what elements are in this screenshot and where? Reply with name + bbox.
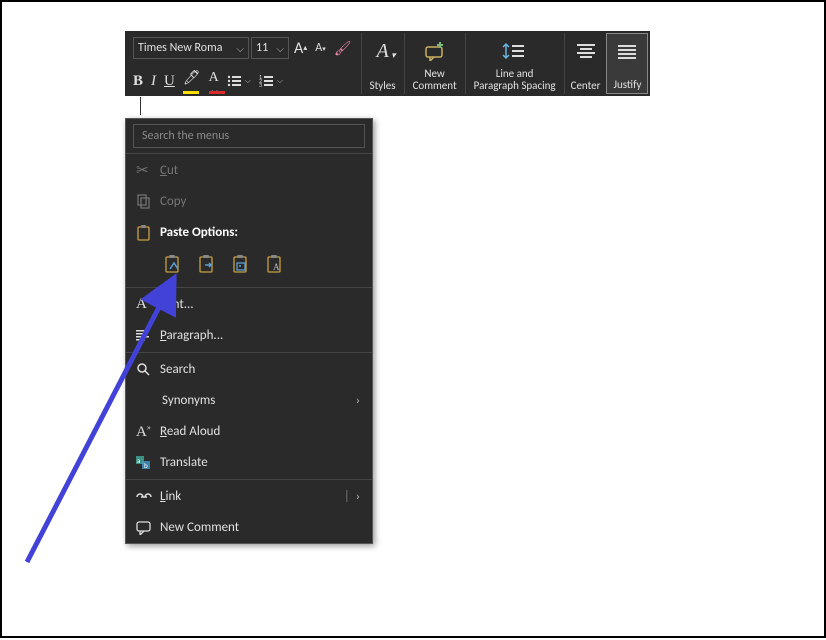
comment-plus-icon — [423, 37, 447, 65]
scissors-icon: ✂ — [136, 161, 160, 180]
menu-item-paragraph[interactable]: Paragraph... — [126, 320, 372, 351]
menu-item-link[interactable]: Link | › — [126, 481, 372, 512]
chevron-right-icon: › — [356, 394, 360, 408]
menu-separator — [126, 352, 372, 353]
menu-item-read-aloud[interactable]: A» Read Aloud — [126, 416, 372, 447]
clipboard-icon — [136, 225, 160, 241]
font-color-button[interactable]: A ⌵ — [209, 70, 219, 92]
menu-item-translate[interactable]: ab Translate — [126, 447, 372, 478]
line-spacing-button[interactable]: Line andParagraph Spacing — [466, 33, 565, 94]
align-center-button[interactable]: Center — [565, 33, 607, 94]
paste-merge-icon[interactable] — [196, 254, 220, 276]
font-section: Times New Roma ⌵ 11 ⌵ A▴ A▾ 🖌 B I U 🖊 ⌵ … — [127, 33, 362, 94]
menu-separator — [126, 287, 372, 288]
chevron-down-icon: ⌵ — [276, 42, 284, 55]
highlight-color-button[interactable]: 🖊 ⌵ — [183, 70, 201, 92]
paste-picture-icon[interactable] — [230, 254, 254, 276]
menu-item-font[interactable]: A Font... — [126, 289, 372, 320]
font-size-value: 11 — [256, 41, 268, 55]
svg-text:a: a — [137, 456, 140, 465]
ribbon-toolbar: Times New Roma ⌵ 11 ⌵ A▴ A▾ 🖌 B I U 🖊 ⌵ … — [125, 31, 650, 96]
menu-item-search[interactable]: Search — [126, 354, 372, 385]
increase-font-icon[interactable]: A▴ — [291, 37, 310, 59]
alignment-group: Center Justify — [565, 33, 649, 94]
comment-icon — [136, 521, 160, 535]
chevron-down-icon: ⌵ — [236, 42, 244, 55]
copy-icon — [136, 194, 160, 209]
menu-separator — [126, 479, 372, 480]
svg-text:3: 3 — [259, 81, 262, 88]
paste-options-row: A — [126, 248, 372, 286]
styles-icon: A▾ — [376, 37, 388, 65]
menu-item-paste-options: Paste Options: — [126, 217, 372, 248]
menu-item-cut: ✂ Cut — [126, 155, 372, 186]
paragraph-icon — [136, 329, 160, 342]
search-menus-input[interactable]: Search the menus — [133, 124, 365, 148]
translate-icon: ab — [136, 456, 160, 470]
bold-button[interactable]: B — [133, 70, 143, 92]
svg-text:b: b — [144, 461, 148, 470]
font-a-icon: A — [136, 296, 160, 313]
paste-keep-source-icon[interactable] — [162, 254, 186, 276]
clear-formatting-icon[interactable]: 🖌 — [331, 37, 355, 59]
text-cursor — [140, 97, 141, 115]
font-name-select[interactable]: Times New Roma ⌵ — [133, 37, 249, 59]
speaker-a-icon: A» — [136, 423, 160, 441]
font-name-value: Times New Roma — [138, 41, 222, 55]
align-justify-icon — [616, 38, 638, 66]
new-comment-button[interactable]: NewComment — [405, 33, 466, 94]
paste-text-only-icon[interactable]: A — [264, 254, 288, 276]
decrease-font-icon[interactable]: A▾ — [312, 37, 328, 59]
numbering-button[interactable]: 123 ⌵ — [259, 74, 283, 88]
align-center-icon — [575, 37, 597, 65]
menu-item-new-comment[interactable]: New Comment — [126, 512, 372, 543]
styles-button[interactable]: A▾ Styles — [362, 33, 405, 94]
search-icon — [136, 362, 160, 377]
bullets-button[interactable]: ⌵ — [227, 74, 251, 88]
svg-text:A: A — [273, 262, 280, 272]
line-spacing-icon — [502, 37, 528, 65]
link-icon — [136, 492, 160, 502]
font-size-select[interactable]: 11 ⌵ — [251, 37, 289, 59]
context-menu: Search the menus ✂ Cut Copy Paste Option… — [125, 118, 373, 544]
italic-button[interactable]: I — [151, 70, 156, 92]
chevron-right-icon: › — [356, 490, 360, 504]
align-justify-button[interactable]: Justify — [606, 33, 648, 94]
menu-item-synonyms[interactable]: Synonyms › — [126, 385, 372, 416]
menu-item-copy: Copy — [126, 186, 372, 217]
menu-separator — [126, 153, 372, 154]
underline-button[interactable]: U — [164, 70, 175, 92]
